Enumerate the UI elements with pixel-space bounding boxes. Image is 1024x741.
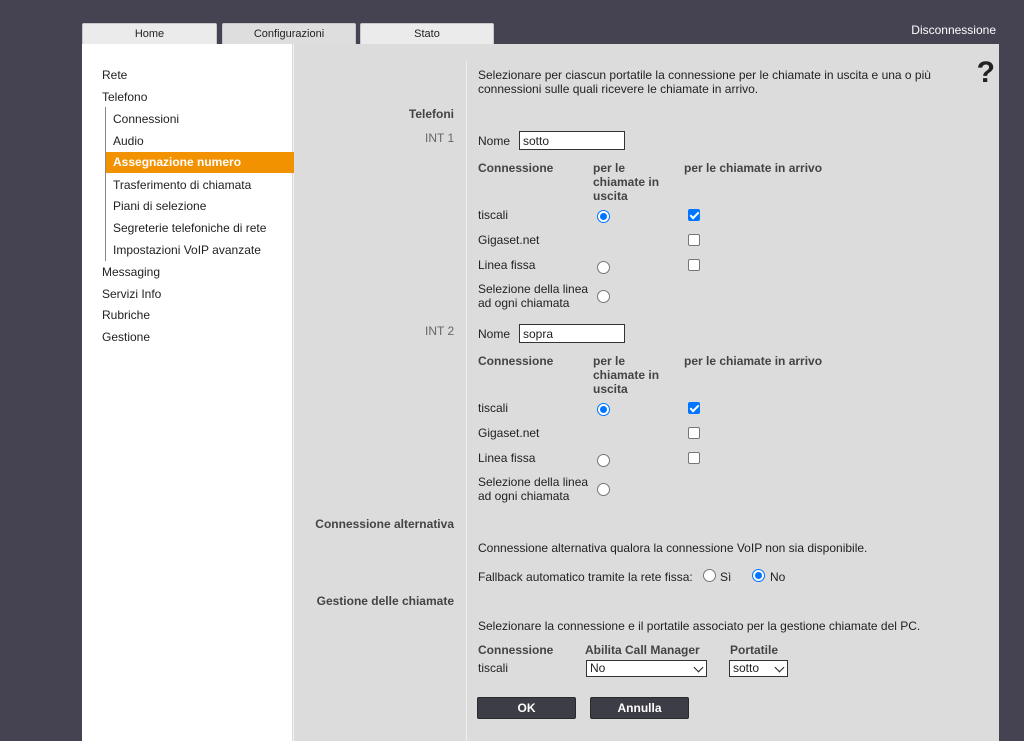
ok-button[interactable]: OK <box>477 697 576 719</box>
sidebar-item-gestione[interactable]: Gestione <box>102 330 150 344</box>
int2-tiscali-out-radio[interactable] <box>597 403 610 416</box>
int1-selezione-out-radio[interactable] <box>597 290 610 303</box>
section-title-telefoni: Telefoni <box>408 107 454 121</box>
chevron-down-icon <box>774 662 785 673</box>
int1-row-gigaset-label: Gigaset.net <box>478 233 540 247</box>
sidebar-item-rete[interactable]: Rete <box>102 68 127 82</box>
tab-configurazioni[interactable]: Configurazioni <box>222 23 356 46</box>
call-manager-select-value: No <box>590 661 606 675</box>
int1-name-input[interactable] <box>519 131 625 150</box>
tab-home[interactable]: Home <box>82 23 217 45</box>
sidebar-item-voip-avanzate[interactable]: Impostazioni VoIP avanzate <box>113 243 261 257</box>
help-icon[interactable]: ? <box>977 56 995 90</box>
tab-stato[interactable]: Stato <box>360 23 494 45</box>
fallback-no-radio[interactable] <box>752 569 765 582</box>
fallback-no-label: No <box>770 570 786 584</box>
sidebar-item-trasferimento[interactable]: Trasferimento di chiamata <box>113 178 251 192</box>
int2-row-selezione-label-2: ad ogni chiamata <box>478 489 570 503</box>
annulla-button[interactable]: Annulla <box>590 697 689 719</box>
call-manager-select[interactable]: No <box>586 660 707 677</box>
int1-linea-in-checkbox[interactable] <box>688 259 700 271</box>
int2-linea-in-checkbox[interactable] <box>688 452 700 464</box>
fallback-si-label: Sì <box>720 570 732 584</box>
content-area: ? <box>294 44 999 741</box>
sidebar-item-rubriche[interactable]: Rubriche <box>102 308 150 322</box>
sidebar-item-assegnazione-numero[interactable]: Assegnazione numero <box>106 152 299 173</box>
int1-row-selezione-label-1: Selezione della linea <box>478 282 589 296</box>
int2-row-gigaset-label: Gigaset.net <box>478 426 540 440</box>
int2-name-label: Nome <box>478 327 511 341</box>
int2-col-arrivo: per le chiamate in arrivo <box>684 354 823 368</box>
int1-tiscali-in-checkbox[interactable] <box>688 209 700 221</box>
int2-col-uscita-3: uscita <box>593 382 628 396</box>
fallback-si-radio[interactable] <box>703 569 716 582</box>
column-divider <box>466 61 467 741</box>
sidebar-item-servizi-info[interactable]: Servizi Info <box>102 287 161 301</box>
sidebar: Rete Telefono Connessioni Audio Assegnaz… <box>82 44 299 741</box>
fallback-label: Fallback automatico tramite la rete fiss… <box>478 570 693 584</box>
int2-tiscali-in-checkbox[interactable] <box>688 402 700 414</box>
int1-row-selezione-label-2: ad ogni chiamata <box>478 296 570 310</box>
sidebar-item-connessioni[interactable]: Connessioni <box>113 112 179 126</box>
int1-gigaset-in-checkbox[interactable] <box>688 234 700 246</box>
int1-label: INT 1 <box>425 131 455 145</box>
submenu-divider <box>105 107 106 261</box>
sidebar-item-audio[interactable]: Audio <box>113 134 144 148</box>
int2-label: INT 2 <box>425 324 455 338</box>
sidebar-item-messaging[interactable]: Messaging <box>102 265 160 279</box>
calls-col-connessione: Connessione <box>478 643 554 657</box>
chevron-down-icon <box>693 662 704 673</box>
calls-connessione-value: tiscali <box>478 661 509 675</box>
sidebar-item-segreterie[interactable]: Segreterie telefoniche di rete <box>113 221 266 235</box>
int1-col-uscita-1: per le <box>593 161 626 175</box>
section-title-connessione-alternativa: Connessione alternativa <box>315 517 454 531</box>
intro-line-1: Selezionare per ciascun portatile la con… <box>478 68 931 82</box>
int2-row-linea-label: Linea fissa <box>478 451 536 465</box>
int1-col-connessione: Connessione <box>478 161 554 175</box>
section-title-gestione-chiamate: Gestione delle chiamate <box>316 594 454 608</box>
int2-col-uscita-1: per le <box>593 354 626 368</box>
calls-col-call-manager: Abilita Call Manager <box>585 643 700 657</box>
int2-name-input[interactable] <box>519 324 625 343</box>
int1-row-linea-label: Linea fissa <box>478 258 536 272</box>
int1-linea-out-radio[interactable] <box>597 261 610 274</box>
int2-col-uscita-2: chiamate in <box>593 368 660 382</box>
int1-col-uscita-2: chiamate in <box>593 175 660 189</box>
int2-col-connessione: Connessione <box>478 354 554 368</box>
int1-row-tiscali-label: tiscali <box>478 208 509 222</box>
int2-row-selezione-label-1: Selezione della linea <box>478 475 589 489</box>
int2-row-tiscali-label: tiscali <box>478 401 509 415</box>
sidebar-item-piani-selezione[interactable]: Piani di selezione <box>113 199 206 213</box>
int1-col-uscita-3: uscita <box>593 189 628 203</box>
alt-description: Connessione alternativa qualora la conne… <box>478 541 868 555</box>
int1-name-label: Nome <box>478 134 511 148</box>
portatile-select-value: sotto <box>733 661 760 675</box>
int1-tiscali-out-radio[interactable] <box>597 210 610 223</box>
int2-gigaset-in-checkbox[interactable] <box>688 427 700 439</box>
intro-line-2: connessioni sulle quali ricevere le chia… <box>478 82 759 96</box>
int2-linea-out-radio[interactable] <box>597 454 610 467</box>
calls-description: Selezionare la connessione e il portatil… <box>478 619 921 633</box>
sidebar-item-telefono[interactable]: Telefono <box>102 90 147 104</box>
portatile-select[interactable]: sotto <box>729 660 788 677</box>
int2-selezione-out-radio[interactable] <box>597 483 610 496</box>
logout-link[interactable]: Disconnessione <box>911 23 996 37</box>
int1-col-arrivo: per le chiamate in arrivo <box>684 161 823 175</box>
calls-col-portatile: Portatile <box>730 643 779 657</box>
